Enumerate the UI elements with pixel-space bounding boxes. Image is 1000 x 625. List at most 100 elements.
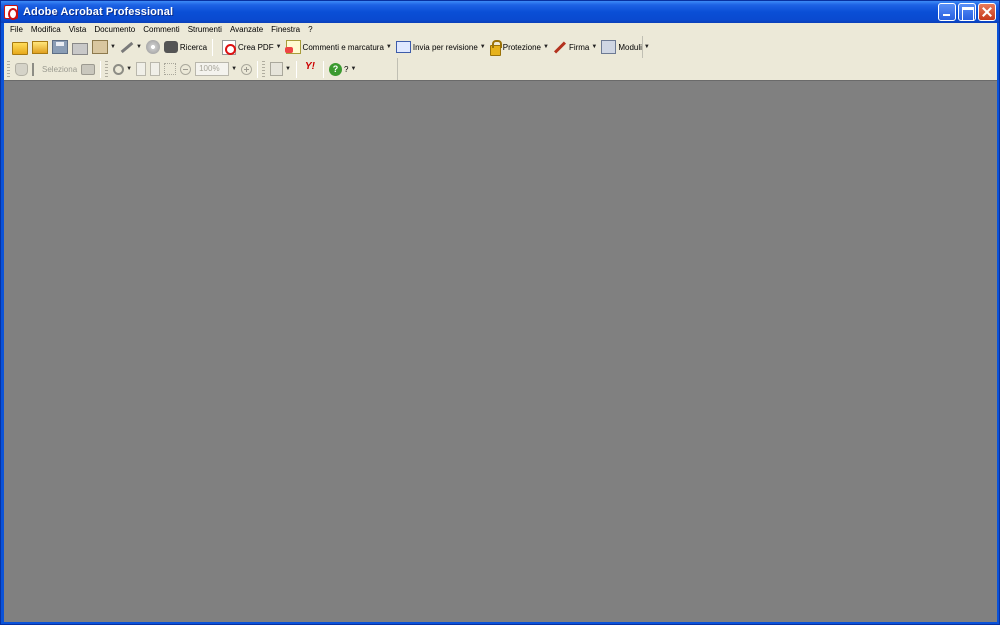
create-pdf-label: Crea PDF <box>238 42 274 52</box>
rotate-page-icon <box>270 62 284 76</box>
chevron-down-icon: ▼ <box>110 44 116 50</box>
magnifier-icon <box>113 63 125 75</box>
binoculars-icon <box>163 41 178 53</box>
send-review-label: Invia per revisione <box>412 42 478 52</box>
rotate-button[interactable]: ▼ <box>268 59 293 79</box>
chevron-down-icon[interactable]: ▼ <box>231 66 237 72</box>
camera-icon <box>81 63 96 75</box>
fit-width-button[interactable] <box>162 59 178 79</box>
comments-button[interactable]: Commenti e marcatura ▼ <box>284 37 394 57</box>
forms-label: Moduli <box>618 42 642 52</box>
print-button[interactable] <box>70 37 90 57</box>
organizer-button[interactable] <box>30 37 50 57</box>
menu-finestra[interactable]: Finestra <box>267 24 304 35</box>
attach-button[interactable]: ▼ <box>90 37 118 57</box>
help-button[interactable]: ?? ▼ <box>327 59 358 79</box>
zoom-tool-button[interactable]: ▼ <box>111 59 134 79</box>
forms-icon <box>601 40 617 54</box>
search-label: Ricerca <box>179 42 208 52</box>
window-controls <box>938 3 996 21</box>
minimize-button[interactable] <box>938 3 956 21</box>
menu-modifica[interactable]: Modifica <box>27 24 65 35</box>
hand-tool-button[interactable] <box>13 59 30 79</box>
open-button[interactable] <box>10 37 30 57</box>
menu-bar: File Modifica Vista Documento Commenti S… <box>4 23 997 36</box>
select-label: Seleziona <box>42 64 78 74</box>
create-pdf-button[interactable]: Crea PDF ▼ <box>220 37 284 57</box>
help-label: ? <box>344 64 349 74</box>
file-toolbar: ▼ ▼ Ricerca Crea PDF ▼ Commenti e marcatu… <box>4 36 650 58</box>
chevron-down-icon: ▼ <box>542 44 549 50</box>
zoom-in-button[interactable] <box>239 59 254 79</box>
hand-icon <box>15 62 28 76</box>
zoom-in-icon <box>241 63 253 75</box>
zoom-input[interactable]: 100% <box>195 62 230 76</box>
menu-help[interactable]: ? <box>304 24 316 35</box>
search-button[interactable]: Ricerca <box>162 37 209 57</box>
folder-icon <box>32 40 48 54</box>
sign-button[interactable]: Firma ▼ <box>551 37 599 57</box>
page-icon <box>136 62 147 76</box>
toolbar-grip[interactable] <box>262 61 266 77</box>
menu-commenti[interactable]: Commenti <box>139 24 183 35</box>
chevron-down-icon: ▼ <box>275 44 282 50</box>
menu-vista[interactable]: Vista <box>65 24 91 35</box>
toolbar-separator <box>296 60 297 78</box>
menu-file[interactable]: File <box>6 24 27 35</box>
pen-icon <box>120 41 134 53</box>
document-workspace[interactable] <box>4 80 997 622</box>
clipboard-icon <box>92 40 108 54</box>
toolbar-separator <box>257 60 259 78</box>
cd-button[interactable] <box>144 37 162 57</box>
pdf-icon <box>222 39 237 55</box>
disk-icon <box>52 40 68 54</box>
comment-icon <box>284 40 301 54</box>
signature-pen-icon <box>553 40 566 54</box>
zoom-out-button[interactable] <box>178 59 193 79</box>
text-cursor-icon <box>32 62 40 76</box>
select-tool-button[interactable]: Seleziona <box>30 59 79 79</box>
close-button[interactable] <box>978 3 996 21</box>
chevron-down-icon: ▼ <box>350 66 357 72</box>
snapshot-button[interactable] <box>79 59 97 79</box>
sign-label: Firma <box>568 42 590 52</box>
title-bar[interactable]: Adobe Acrobat Professional <box>1 1 999 23</box>
cd-icon <box>145 40 160 54</box>
chevron-down-icon: ▼ <box>591 44 598 50</box>
forms-button[interactable]: Moduli ▼ <box>599 37 652 57</box>
toolbar-separator <box>323 60 324 78</box>
chevron-down-icon: ▼ <box>135 44 142 50</box>
protection-label: Protezione <box>502 42 541 52</box>
fit-page-button[interactable] <box>148 59 162 79</box>
save-button[interactable] <box>50 37 70 57</box>
chevron-down-icon: ▼ <box>385 44 392 50</box>
maximize-button[interactable] <box>958 3 976 21</box>
menu-documento[interactable]: Documento <box>90 24 139 35</box>
menu-avanzate[interactable]: Avanzate <box>226 24 267 35</box>
app-window: Adobe Acrobat Professional File Modifica… <box>0 0 1000 625</box>
chevron-down-icon: ▼ <box>285 66 291 72</box>
pen-button[interactable]: ▼ <box>118 37 144 57</box>
protection-button[interactable]: Protezione ▼ <box>488 37 551 57</box>
window-title: Adobe Acrobat Professional <box>23 6 174 18</box>
acrobat-icon <box>4 5 18 20</box>
navigation-toolbar: Seleziona ▼ 100% ▼ ▼ Y! ?? ▼ <box>4 58 398 80</box>
toolbar-grip[interactable] <box>105 61 109 77</box>
menu-strumenti[interactable]: Strumenti <box>184 24 226 35</box>
help-icon: ? <box>329 62 342 76</box>
yahoo-button[interactable]: Y! <box>300 59 320 79</box>
printer-icon <box>72 43 88 55</box>
toolbar-grip[interactable] <box>7 61 10 77</box>
fit-page-icon <box>150 62 161 76</box>
send-review-button[interactable]: Invia per revisione ▼ <box>394 37 488 57</box>
folder-open-icon <box>12 41 28 55</box>
yahoo-icon: Y! <box>305 61 315 72</box>
comments-label: Commenti e marcatura <box>302 42 384 52</box>
actual-size-button[interactable] <box>134 59 148 79</box>
zoom-out-icon <box>180 63 192 75</box>
chevron-down-icon: ▼ <box>643 44 650 50</box>
zoom-field-wrapper: 100% ▼ <box>193 59 239 79</box>
fit-width-icon <box>164 63 177 75</box>
send-review-icon <box>395 41 411 53</box>
toolbar-separator <box>100 60 102 78</box>
